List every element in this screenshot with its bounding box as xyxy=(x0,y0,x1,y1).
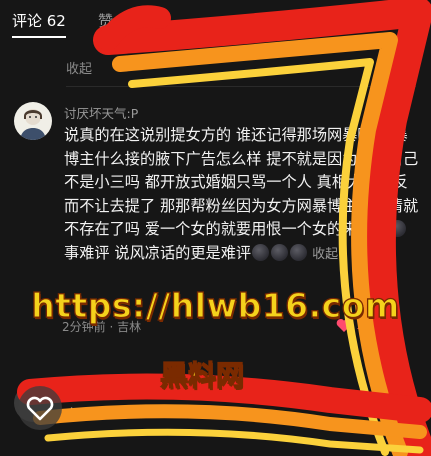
emoji-icon xyxy=(290,243,308,261)
comment-username[interactable]: 讨厌坏天气:P xyxy=(64,103,138,122)
comment-body: 说真的在这说别提女方的 谁还记得那场网暴啊 网暴博主什么接的腋下广告怎么样 提不… xyxy=(64,126,419,239)
emoji-icon xyxy=(271,243,289,261)
comment-text: 说真的在这说别提女方的 谁还记得那场网暴啊 网暴博主什么接的腋下广告怎么样 提不… xyxy=(64,124,420,267)
heart-outline-icon[interactable] xyxy=(16,384,64,432)
avatar[interactable] xyxy=(14,102,52,140)
tab-likes[interactable]: 赞 6 xyxy=(98,10,127,31)
watermark-url: https://hlwb16.com xyxy=(31,285,400,325)
tab-other[interactable]: 以下 1.5 万 xyxy=(245,10,323,31)
comment-tabs: 评论 62 赞 6 以下 1.5 万 xyxy=(0,0,431,44)
divider xyxy=(66,86,416,87)
expand-icon[interactable] xyxy=(343,9,365,31)
comment-body-continued: 事难评 说风凉话的更是难评 xyxy=(64,243,252,262)
emoji-icon xyxy=(252,243,270,261)
emoji-icon xyxy=(388,220,406,238)
close-icon[interactable] xyxy=(394,9,416,31)
watermark-brand: 黑料网 xyxy=(159,358,245,392)
next-comment-username[interactable]: Y... xyxy=(64,384,81,399)
collapse-replies-link[interactable]: 收起 xyxy=(66,58,92,77)
tab-comments[interactable]: 评论 62 xyxy=(12,10,66,31)
collapse-comment-link[interactable]: 收起 xyxy=(312,247,338,262)
next-comment-text: 小 xyxy=(64,406,80,424)
active-tab-indicator xyxy=(12,36,66,38)
